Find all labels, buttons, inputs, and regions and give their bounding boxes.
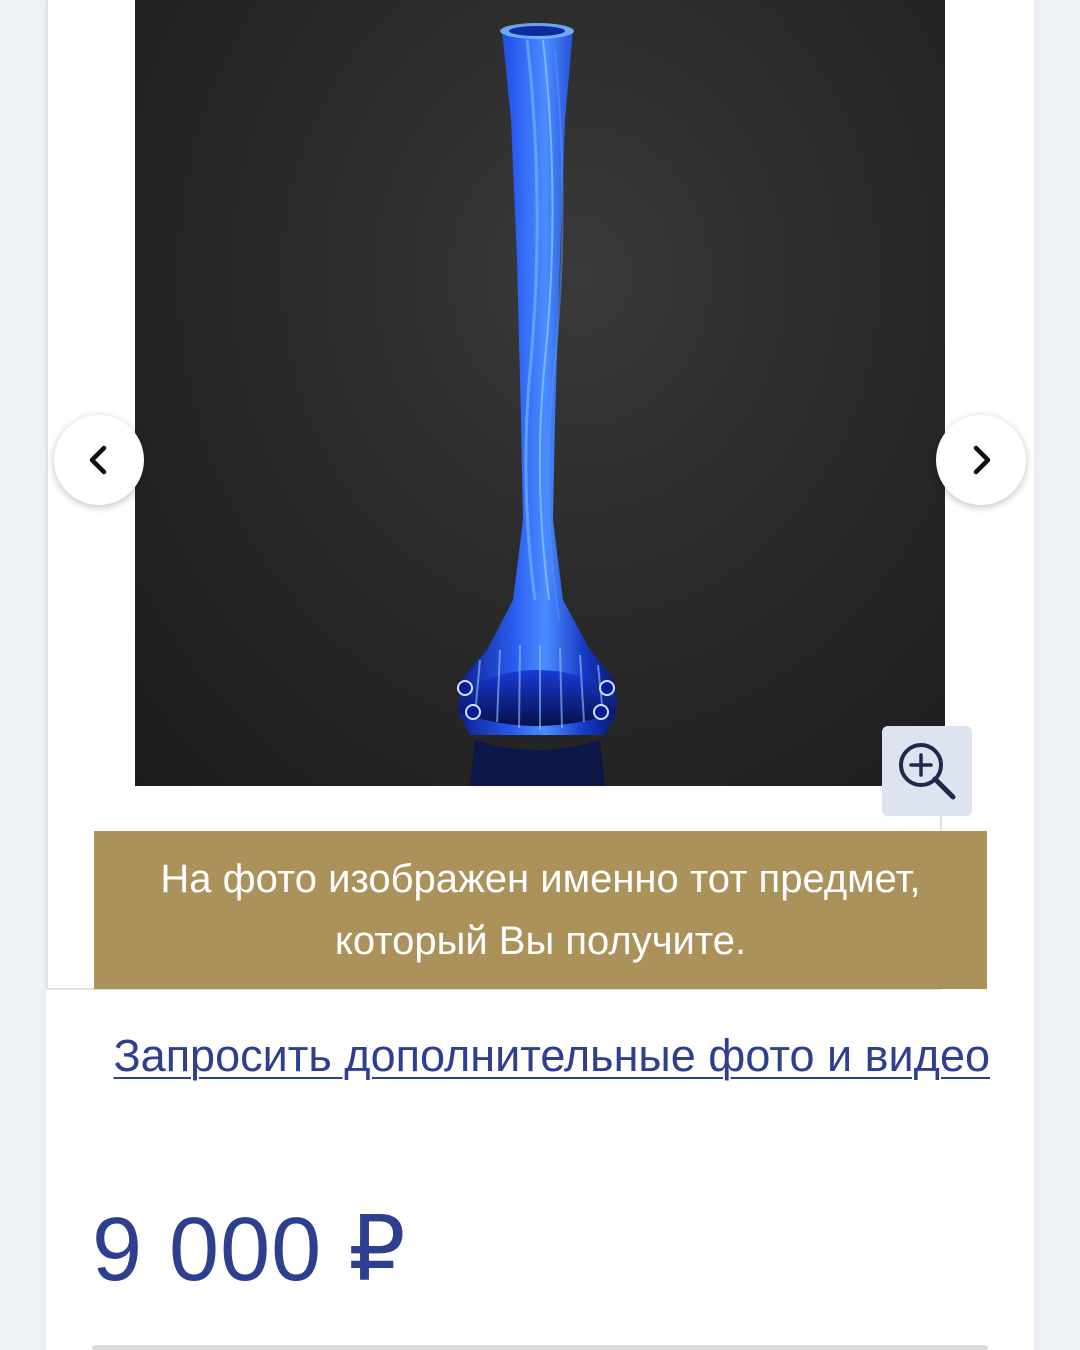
photo-notice-line1: На фото изображен именно тот предмет, bbox=[160, 857, 921, 901]
chevron-left-icon bbox=[89, 445, 107, 475]
photo-notice-banner: На фото изображен именно тот предмет, ко… bbox=[94, 831, 987, 989]
chevron-right-icon bbox=[973, 445, 991, 475]
photo-notice-line2: который Вы получите. bbox=[334, 919, 747, 963]
product-price: 9 000 ₽ bbox=[92, 1200, 407, 1300]
zoom-in-icon bbox=[899, 743, 956, 800]
product-photo[interactable] bbox=[135, 0, 945, 786]
zoom-button[interactable] bbox=[882, 726, 972, 816]
gallery-next-button[interactable] bbox=[936, 415, 1026, 505]
request-more-media-link[interactable]: Запросить дополнительные фото и видео bbox=[110, 1024, 990, 1088]
vase-image bbox=[457, 23, 617, 786]
photo-notice-text: На фото изображен именно тот предмет, ко… bbox=[160, 848, 920, 972]
gallery-prev-button[interactable] bbox=[54, 415, 144, 505]
section-divider bbox=[92, 1345, 988, 1350]
